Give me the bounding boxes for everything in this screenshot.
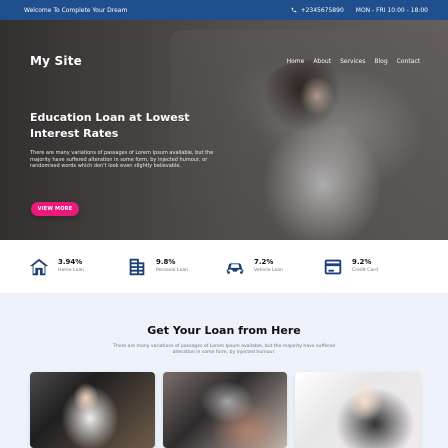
- rate-value: 9.2%: [352, 258, 372, 267]
- top-bar: Welcome To Complete Your Dream +23456758…: [0, 0, 448, 20]
- section-subtitle: There are many variations of passages of…: [113, 344, 335, 356]
- hero-section: My Site Home About Services Blog Contact…: [0, 20, 448, 240]
- loan-card-image: [162, 372, 288, 448]
- top-bar-hours-text: MON - FRI 10:00 - 18:00: [355, 6, 428, 14]
- rate-home-loan: 3.94% Home Loan: [28, 256, 126, 278]
- loan-card[interactable]: [295, 372, 421, 448]
- menu-blog-link[interactable]: Blog: [374, 56, 387, 67]
- loan-cards: [30, 372, 421, 448]
- navbar: My Site Home About Services Blog Contact: [0, 46, 448, 76]
- menu-contact-link[interactable]: Contact: [397, 56, 420, 67]
- site-brand[interactable]: My Site: [30, 54, 82, 68]
- car-icon: [224, 256, 246, 278]
- rate-label: Personal Loan: [156, 267, 189, 273]
- rate-value: 7.2%: [254, 258, 274, 267]
- menu-about-link[interactable]: About: [313, 56, 331, 67]
- top-bar-hours: MON - FRI 10:00 - 18:00: [356, 7, 428, 14]
- rate-text: 3.94% Home Loan: [58, 259, 84, 273]
- hero-title-line-1: Education Loan at Lowest: [30, 111, 190, 124]
- rate-value: 3.94%: [58, 258, 83, 267]
- rates-strip: 3.94% Home Loan 9.8% Personal Loan 7.2% …: [0, 240, 448, 294]
- top-bar-welcome: Welcome To Complete Your Dream: [24, 6, 128, 14]
- section-title: Get Your Loan from Here: [147, 324, 301, 337]
- rate-label: Home Loan: [58, 267, 85, 273]
- loan-card-image: [30, 372, 155, 448]
- view-more-button[interactable]: VIEW MORE: [31, 202, 79, 216]
- top-bar-contact: +2345675890 MON - FRI 10:00 - 18:00: [291, 7, 428, 14]
- rate-personal-loan: 9.8% Personal Loan: [126, 256, 224, 278]
- rate-label: Vehicle Loan: [254, 267, 283, 273]
- loan-card-image: [295, 372, 421, 448]
- loan-section: Get Your Loan from Here There are many v…: [0, 294, 448, 448]
- top-bar-phone: +2345675890: [291, 7, 344, 14]
- rate-text: 9.8% Personal Loan: [156, 259, 188, 273]
- hero-copy: Education Loan at Lowest Interest Rates …: [30, 110, 220, 170]
- menu-services-link[interactable]: Services: [340, 56, 365, 67]
- phone-icon: [291, 7, 297, 13]
- hero-paragraph: There are many variations of passages of…: [30, 149, 214, 170]
- home-icon: [28, 256, 50, 278]
- building-icon: [126, 256, 148, 278]
- rate-credit-card: 9.2% Credit Card: [322, 256, 420, 278]
- menu-home-link[interactable]: Home: [287, 56, 305, 67]
- main-menu: Home About Services Blog Contact: [287, 56, 420, 67]
- credit-card-icon: [322, 256, 344, 278]
- hero-title-line-2: Interest Rates: [30, 126, 119, 140]
- rate-text: 9.2% Credit Card: [352, 259, 378, 273]
- rate-label: Credit Card: [352, 267, 379, 273]
- rate-vehicle-loan: 7.2% Vehicle Loan: [224, 256, 322, 278]
- hero-title: Education Loan at Lowest Interest Rates: [30, 110, 220, 142]
- rate-value: 9.8%: [156, 258, 176, 267]
- top-bar-phone-text: +2345675890: [300, 6, 344, 14]
- rate-text: 7.2% Vehicle Loan: [254, 259, 283, 273]
- loan-card[interactable]: [162, 372, 288, 448]
- loan-card[interactable]: [30, 372, 155, 448]
